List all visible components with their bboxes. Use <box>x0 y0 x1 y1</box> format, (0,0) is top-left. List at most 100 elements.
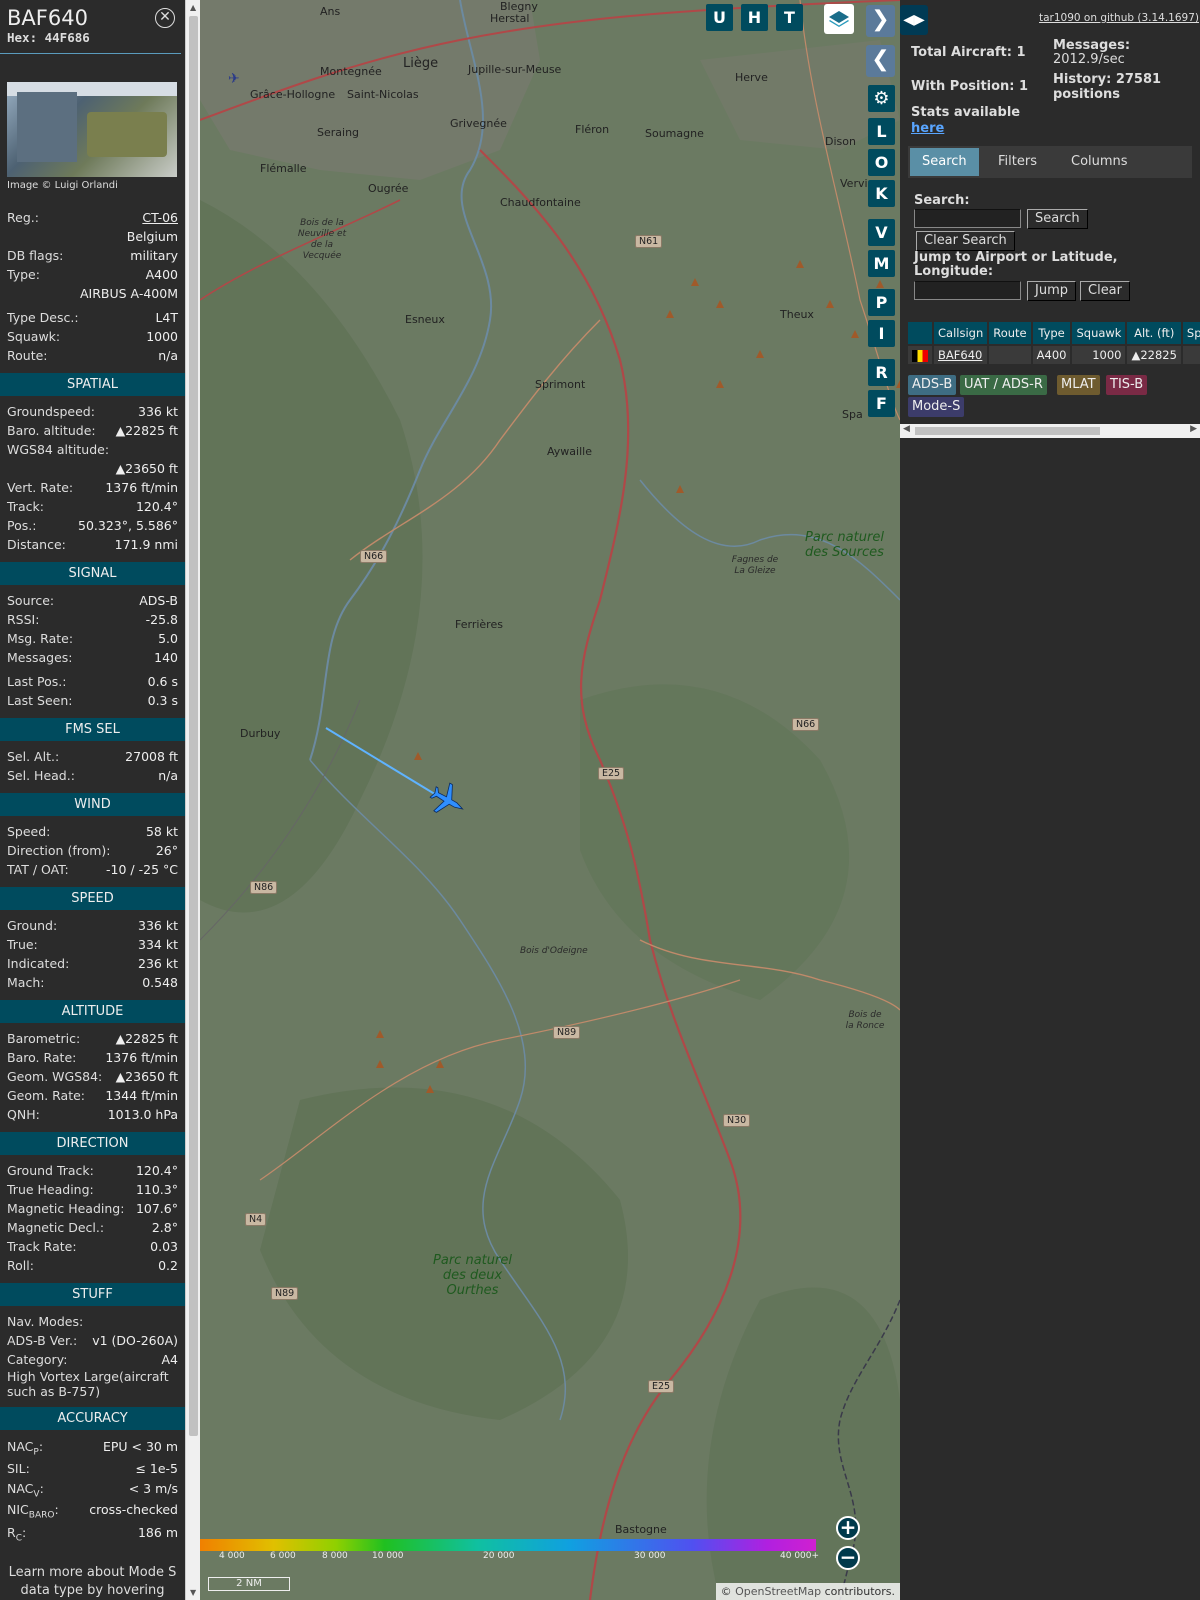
info-row: Nav. Modes: <box>0 1312 185 1331</box>
tab-search[interactable]: Search <box>910 148 979 176</box>
road-badge: N66 <box>792 718 820 731</box>
map-button-r[interactable]: R <box>868 359 895 386</box>
stuff-rows: Nav. Modes: ADS-B Ver.: v1 (DO-260A) Catego… <box>0 1312 185 1369</box>
layers-button[interactable] <box>824 4 854 34</box>
column-header-type[interactable]: Type <box>1032 322 1071 344</box>
prev-aircraft-button[interactable]: ❮ <box>866 45 895 77</box>
tab-columns[interactable]: Columns <box>1059 148 1140 176</box>
github-link[interactable]: tar1090 on github (3.14.1697) <box>1039 12 1199 24</box>
column-header-squawk[interactable]: Squawk <box>1072 322 1126 344</box>
type-cell: A400 <box>1032 346 1071 364</box>
table-horizontal-scrollbar[interactable]: ◀ ▶ <box>900 424 1200 438</box>
town-label: Fléron <box>575 123 610 136</box>
next-aircraft-button[interactable]: ❯ <box>866 5 895 37</box>
info-label: True Heading: <box>7 1182 94 1197</box>
map-button-u[interactable]: U <box>706 4 733 31</box>
close-icon[interactable]: ✕ <box>155 8 175 28</box>
messages-value: 2012.9/sec <box>1053 52 1125 67</box>
toggle-sidebar-button[interactable]: ◀▶ <box>900 5 928 35</box>
stats-link[interactable]: here <box>911 121 944 136</box>
info-label: Sel. Head.: <box>7 768 75 783</box>
info-row-dbflags: DB flags: military <box>7 248 178 263</box>
column-header-spd[interactable]: Spd <box>1182 322 1200 344</box>
info-value: 0.2 <box>158 1258 178 1273</box>
town-label: Herve <box>735 71 768 84</box>
column-header-route[interactable]: Route <box>989 322 1031 344</box>
info-value: -10 / -25 °C <box>106 862 178 877</box>
scroll-left-arrow-icon[interactable]: ◀ <box>903 424 910 434</box>
table-header-row: Callsign Route Type Squawk Alt. (ft) Spd <box>908 322 1200 344</box>
scrollbar-thumb[interactable] <box>189 16 198 1436</box>
column-header-alt[interactable]: Alt. (ft) <box>1127 322 1181 344</box>
map-button-v[interactable]: V <box>868 219 895 246</box>
registration-link[interactable]: CT-06 <box>142 208 178 227</box>
search-input[interactable] <box>914 209 1021 228</box>
info-label: Nav. Modes: <box>7 1314 84 1329</box>
scroll-up-arrow-icon[interactable]: ▲ <box>190 3 196 12</box>
info-row-nicbaro: NICBARO: cross-checked <box>7 1502 178 1521</box>
info-value: 336 kt <box>138 918 178 933</box>
info-row: Magnetic Decl.: 2.8° <box>0 1218 185 1237</box>
town-label: Spa <box>842 408 863 421</box>
info-value: ▲23650 ft <box>115 1069 178 1084</box>
aircraft-photo[interactable] <box>7 82 177 177</box>
map-button-o[interactable]: O <box>868 149 895 176</box>
clear-search-button[interactable]: Clear Search <box>916 231 1015 251</box>
info-row: Baro. Rate: 1376 ft/min <box>0 1048 185 1067</box>
map-button-p[interactable]: P <box>868 289 895 316</box>
layers-icon <box>829 11 849 27</box>
info-value: 0.548 <box>142 975 178 990</box>
map-view[interactable]: ✈ Blegny Herstal Ans Liège Jupille-sur-M… <box>200 0 900 1600</box>
settings-button[interactable]: ⚙ <box>868 85 895 112</box>
callsign-cell[interactable]: BAF640 <box>934 346 988 364</box>
total-aircraft: Total Aircraft: 1 <box>911 45 1026 60</box>
messages-label: Messages: <box>1053 38 1131 53</box>
scrollbar-thumb[interactable] <box>915 427 1100 435</box>
info-row: WGS84 altitude: <box>0 440 185 459</box>
info-value: 107.6° <box>135 1201 178 1216</box>
zoom-out-button[interactable]: − <box>836 1546 860 1570</box>
column-header-flag[interactable] <box>908 322 932 344</box>
info-header: BAF640 Hex: 44F686 ✕ <box>0 0 181 54</box>
jump-input[interactable] <box>914 281 1021 300</box>
map-button-f[interactable]: F <box>868 390 895 417</box>
info-row-squawk: Squawk: 1000 <box>7 329 178 344</box>
info-value: ADS-B <box>139 593 178 608</box>
town-label: Jupille-sur-Meuse <box>468 63 562 76</box>
scroll-down-arrow-icon[interactable]: ▼ <box>190 1588 196 1597</box>
info-label: Track: <box>7 499 44 514</box>
osm-link[interactable]: OpenStreetMap <box>735 1585 821 1598</box>
legend-uat: UAT / ADS-R <box>960 375 1047 395</box>
squawk-cell: 1000 <box>1072 346 1126 364</box>
info-panel-scrollbar[interactable]: ▲ ▼ <box>185 0 200 1600</box>
zoom-in-button[interactable]: + <box>836 1516 860 1540</box>
info-row: Speed: 58 kt <box>0 822 185 841</box>
search-button[interactable]: Search <box>1027 209 1088 229</box>
info-row: Direction (from): 26° <box>0 841 185 860</box>
map-button-i[interactable]: I <box>868 320 895 347</box>
map-button-m[interactable]: M <box>868 250 895 277</box>
legend-modes: Mode-S <box>908 397 965 417</box>
clear-button[interactable]: Clear <box>1080 281 1130 301</box>
section-wind: WIND <box>0 793 185 816</box>
altitude-rows: Barometric: ▲22825 ft Baro. Rate: 1376 ft/m… <box>0 1029 185 1124</box>
map-button-l[interactable]: L <box>868 118 895 145</box>
info-row: Category: A4 <box>0 1350 185 1369</box>
road-badge: N66 <box>360 550 388 563</box>
tab-filters[interactable]: Filters <box>986 148 1049 176</box>
table-row[interactable]: BAF640 A400 1000 ▲22825 <box>908 346 1200 364</box>
info-value: 1376 ft/min <box>105 1050 178 1065</box>
info-label: TAT / OAT: <box>7 862 69 877</box>
info-label: Distance: <box>7 537 66 552</box>
map-button-k[interactable]: K <box>868 180 895 207</box>
info-label: Messages: <box>7 650 73 665</box>
jump-button[interactable]: Jump <box>1027 281 1076 301</box>
map-button-t[interactable]: T <box>776 4 803 31</box>
info-row: Track Rate: 0.03 <box>0 1237 185 1256</box>
column-header-callsign[interactable]: Callsign <box>934 322 988 344</box>
map-button-h[interactable]: H <box>741 4 768 31</box>
svg-text:✈: ✈ <box>228 71 240 87</box>
aircraft-table: Callsign Route Type Squawk Alt. (ft) Spd… <box>906 320 1200 366</box>
scroll-right-arrow-icon[interactable]: ▶ <box>1190 424 1197 434</box>
town-label: Flémalle <box>260 162 307 175</box>
